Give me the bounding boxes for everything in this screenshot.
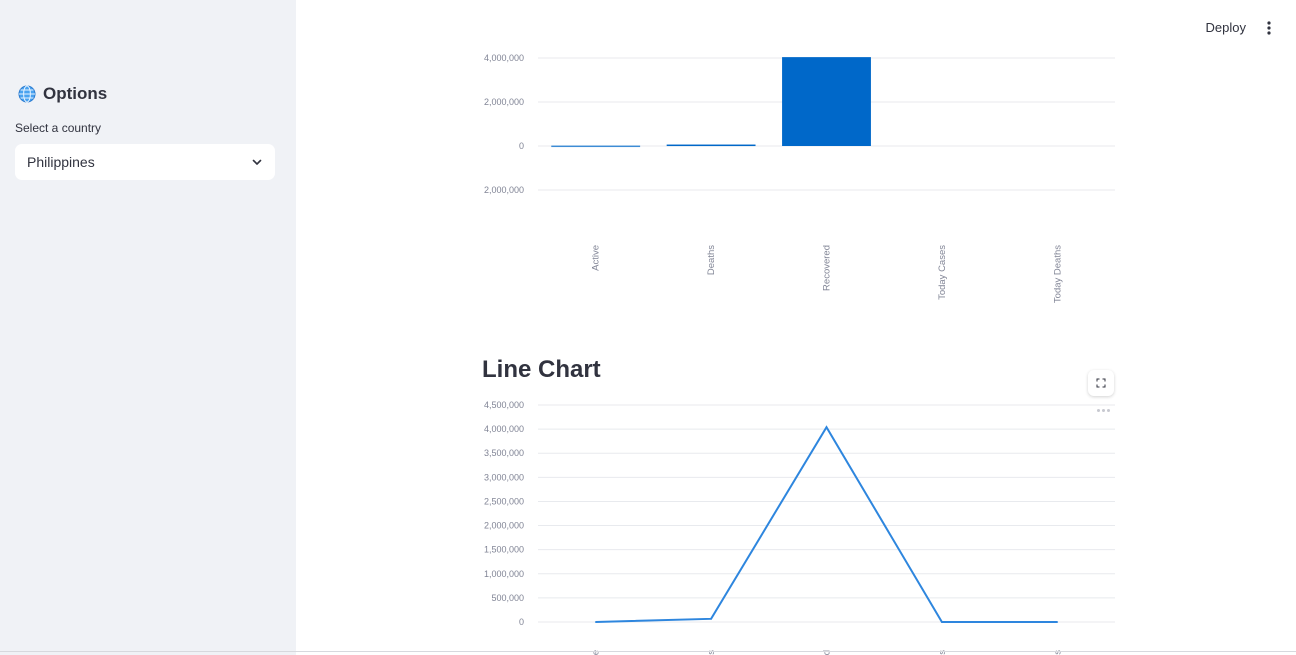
sidebar-title-text: Options xyxy=(43,84,108,103)
line-chart-ytick-label: 3,000,000 xyxy=(484,472,524,482)
line-chart-point xyxy=(941,621,943,623)
line-chart-ytick-label: 2,000,000 xyxy=(484,521,524,531)
bar-chart-xtick-label: Recovered xyxy=(822,245,833,291)
bar-chart-ytick-label: 2,000,000 xyxy=(484,185,524,195)
bar-chart-xtick-label: Active xyxy=(591,245,602,271)
bar-chart-xtick-label: Today Cases xyxy=(937,245,948,300)
fullscreen-button[interactable] xyxy=(1088,370,1114,396)
globe-icon xyxy=(18,85,36,103)
sidebar-title: Options xyxy=(18,82,107,106)
line-chart-point xyxy=(825,426,828,428)
line-chart: 0 500,000 1,000,000 1,500,000 2,000,000 2,500… xyxy=(484,400,1115,655)
bar-chart-ytick-label: 2,000,000 xyxy=(484,97,524,107)
main-menu-icon[interactable] xyxy=(1261,19,1277,37)
line-chart-series-line xyxy=(595,425,1058,623)
line-chart-ytick-label: 4,500,000 xyxy=(484,400,524,410)
sidebar: Options Select a country Philippines xyxy=(0,0,296,655)
bar-chart-bar xyxy=(666,144,756,147)
bar-chart-bar xyxy=(782,57,871,146)
line-chart-title: Line Chart xyxy=(482,356,601,383)
line-chart-ytick-label: 0 xyxy=(519,617,524,627)
line-chart-ytick-label: 1,500,000 xyxy=(484,545,524,555)
country-select[interactable]: Philippines xyxy=(15,144,275,180)
country-select-label: Select a country xyxy=(15,121,102,135)
line-chart-point xyxy=(1056,621,1059,623)
line-chart-ytick-label: 3,500,000 xyxy=(484,448,524,458)
line-chart-ytick-label: 2,500,000 xyxy=(484,496,524,506)
bar-chart-bar xyxy=(551,145,641,148)
bar-chart-ytick-label: 4,000,000 xyxy=(484,53,524,63)
line-chart-ytick-label: 4,000,000 xyxy=(484,424,524,434)
line-chart-point xyxy=(710,618,712,620)
country-select-value: Philippines xyxy=(27,154,95,170)
bar-chart-xtick-label: Deaths xyxy=(706,245,717,275)
fullscreen-icon xyxy=(1096,378,1106,388)
line-chart-point xyxy=(594,621,597,623)
bar-chart: 4,000,000 2,000,000 0 2,000,000 Active Deaths… xyxy=(484,53,1115,303)
chevron-down-icon xyxy=(252,159,262,165)
line-chart-ytick-label: 1,000,000 xyxy=(484,569,524,579)
bottom-divider xyxy=(0,651,1296,652)
line-chart-ytick-label: 500,000 xyxy=(491,593,524,603)
bar-chart-ytick-label: 0 xyxy=(519,141,524,151)
deploy-button[interactable]: Deploy xyxy=(1206,20,1246,35)
bar-chart-xtick-label: Today Deaths xyxy=(1052,245,1063,303)
